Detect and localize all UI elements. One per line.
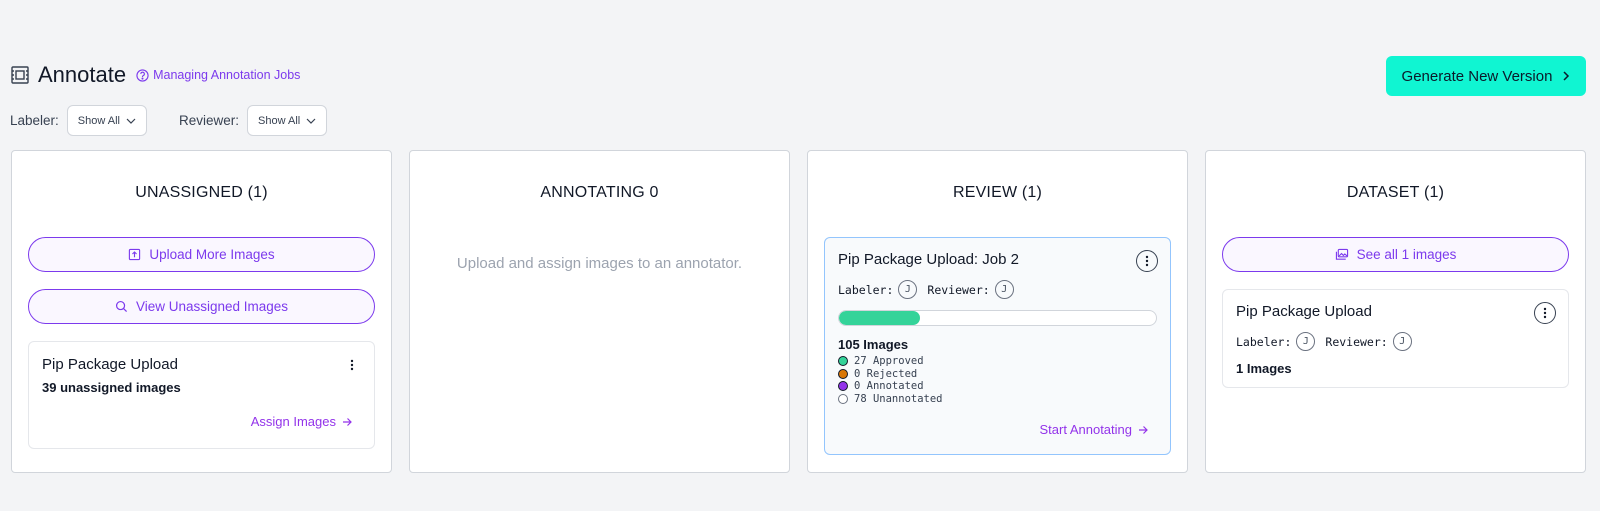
labeler-label: Labeler: bbox=[838, 282, 894, 297]
view-unassigned-images-button[interactable]: View Unassigned Images bbox=[28, 289, 375, 324]
page-header: Annotate Managing Annotation Jobs Genera… bbox=[10, 56, 1586, 96]
dataset-column-title: DATASET (1) bbox=[1346, 184, 1445, 201]
page-title: Annotate bbox=[38, 62, 127, 87]
unassigned-column: UNASSIGNED (1) Upload More Images View U… bbox=[11, 150, 392, 473]
labeler-filter-value: Show All bbox=[77, 114, 120, 127]
job-card-title: Pip Package Upload bbox=[42, 356, 178, 373]
reviewer-avatar[interactable]: J bbox=[1392, 332, 1412, 351]
stat-unannotated: 78 Unannotated bbox=[838, 393, 943, 406]
review-column-title: REVIEW (1) bbox=[952, 184, 1043, 201]
labeler-avatar[interactable]: J bbox=[1296, 332, 1316, 351]
see-all-images-button[interactable]: See all 1 images bbox=[1222, 237, 1569, 272]
arrow-right-icon bbox=[1139, 425, 1148, 434]
stat-approved: 27 Approved bbox=[838, 355, 943, 368]
start-annotating-link[interactable]: Start Annotating bbox=[1039, 422, 1148, 437]
review-progress-fill bbox=[839, 311, 921, 325]
upload-icon bbox=[129, 248, 141, 261]
stat-rejected-label: 0 Rejected bbox=[854, 367, 918, 380]
annotate-icon bbox=[11, 66, 29, 84]
annotating-column: ANNOTATING 0 Upload and assign images to… bbox=[409, 150, 790, 473]
upload-button-label: Upload More Images bbox=[149, 247, 275, 262]
review-card-menu-button[interactable] bbox=[1136, 250, 1158, 272]
help-circle-icon bbox=[136, 68, 149, 82]
annotating-empty-message: Upload and assign images to an annotator… bbox=[456, 255, 743, 272]
stat-unannotated-label: 78 Unannotated bbox=[854, 392, 943, 405]
chevron-down-icon bbox=[126, 118, 136, 124]
generate-button-label: Generate New Version bbox=[1401, 67, 1553, 85]
unassigned-column-title: UNASSIGNED (1) bbox=[135, 184, 268, 201]
reviewer-filter-label: Reviewer: bbox=[179, 113, 240, 128]
job-card-menu-button[interactable] bbox=[344, 357, 360, 373]
labeler-filter-label: Labeler: bbox=[10, 113, 59, 128]
chevron-down-icon bbox=[306, 118, 316, 124]
dataset-column: DATASET (1) See all 1 images Pip Package… bbox=[1205, 150, 1586, 473]
assign-images-label: Assign Images bbox=[250, 414, 336, 429]
arrow-right-icon bbox=[343, 417, 352, 426]
review-card-assignees: Labeler: J Reviewer: J bbox=[838, 280, 1024, 299]
images-icon bbox=[1335, 248, 1348, 260]
dataset-card-assignees: Labeler: J Reviewer: J bbox=[1236, 332, 1422, 351]
view-unassigned-button-label: View Unassigned Images bbox=[135, 299, 289, 314]
filter-bar: Labeler: Show All Reviewer: Show All bbox=[10, 105, 328, 136]
generate-new-version-button[interactable]: Generate New Version bbox=[1386, 56, 1586, 96]
upload-more-images-button[interactable]: Upload More Images bbox=[28, 237, 375, 272]
chevron-right-icon bbox=[1563, 71, 1570, 81]
reviewer-label: Reviewer: bbox=[1325, 334, 1388, 349]
stat-annotated: 0 Annotated bbox=[838, 380, 943, 393]
annotated-dot bbox=[838, 381, 848, 392]
more-vertical-icon bbox=[1145, 255, 1149, 267]
reviewer-label: Reviewer: bbox=[927, 282, 990, 297]
review-column: REVIEW (1) Pip Package Upload: Job 2 Lab… bbox=[807, 150, 1188, 473]
help-link-text: Managing Annotation Jobs bbox=[153, 68, 301, 82]
dataset-image-count: 1 Images bbox=[1236, 361, 1292, 376]
unannotated-dot bbox=[838, 393, 848, 404]
start-annotating-label: Start Annotating bbox=[1039, 422, 1132, 437]
more-vertical-icon bbox=[1543, 307, 1547, 319]
dataset-job-card[interactable]: Pip Package Upload Labeler: J Reviewer: … bbox=[1222, 289, 1569, 388]
annotating-column-title: ANNOTATING 0 bbox=[540, 184, 659, 201]
rejected-dot bbox=[838, 368, 848, 379]
review-job-card[interactable]: Pip Package Upload: Job 2 Labeler: J Rev… bbox=[824, 237, 1171, 455]
assign-images-link[interactable]: Assign Images bbox=[251, 414, 352, 429]
search-icon bbox=[115, 300, 127, 313]
labeler-avatar[interactable]: J bbox=[898, 280, 918, 299]
review-progress-bar bbox=[838, 310, 1157, 326]
help-link[interactable]: Managing Annotation Jobs bbox=[136, 68, 300, 82]
dataset-card-title: Pip Package Upload bbox=[1236, 303, 1372, 320]
reviewer-filter-value: Show All bbox=[258, 114, 301, 127]
stat-annotated-label: 0 Annotated bbox=[854, 380, 924, 393]
labeler-filter-select[interactable]: Show All bbox=[66, 105, 147, 136]
more-vertical-icon bbox=[350, 359, 354, 371]
see-all-button-label: See all 1 images bbox=[1356, 247, 1457, 262]
review-images-total: 105 Images bbox=[838, 337, 909, 352]
dataset-card-menu-button[interactable] bbox=[1534, 302, 1556, 324]
unassigned-job-card[interactable]: Pip Package Upload 39 unassigned images … bbox=[28, 341, 375, 449]
stat-rejected: 0 Rejected bbox=[838, 368, 943, 381]
review-stats-legend: 27 Approved 0 Rejected 0 Annotated 78 Un… bbox=[838, 355, 943, 405]
review-card-title: Pip Package Upload: Job 2 bbox=[838, 251, 1019, 268]
unassigned-image-count: 39 unassigned images bbox=[42, 380, 181, 395]
reviewer-filter-select[interactable]: Show All bbox=[247, 105, 328, 136]
approved-dot bbox=[838, 356, 848, 367]
labeler-label: Labeler: bbox=[1236, 334, 1292, 349]
reviewer-avatar[interactable]: J bbox=[994, 280, 1014, 299]
stat-approved-label: 27 Approved bbox=[854, 355, 924, 368]
title-group: Annotate Managing Annotation Jobs bbox=[10, 62, 300, 88]
